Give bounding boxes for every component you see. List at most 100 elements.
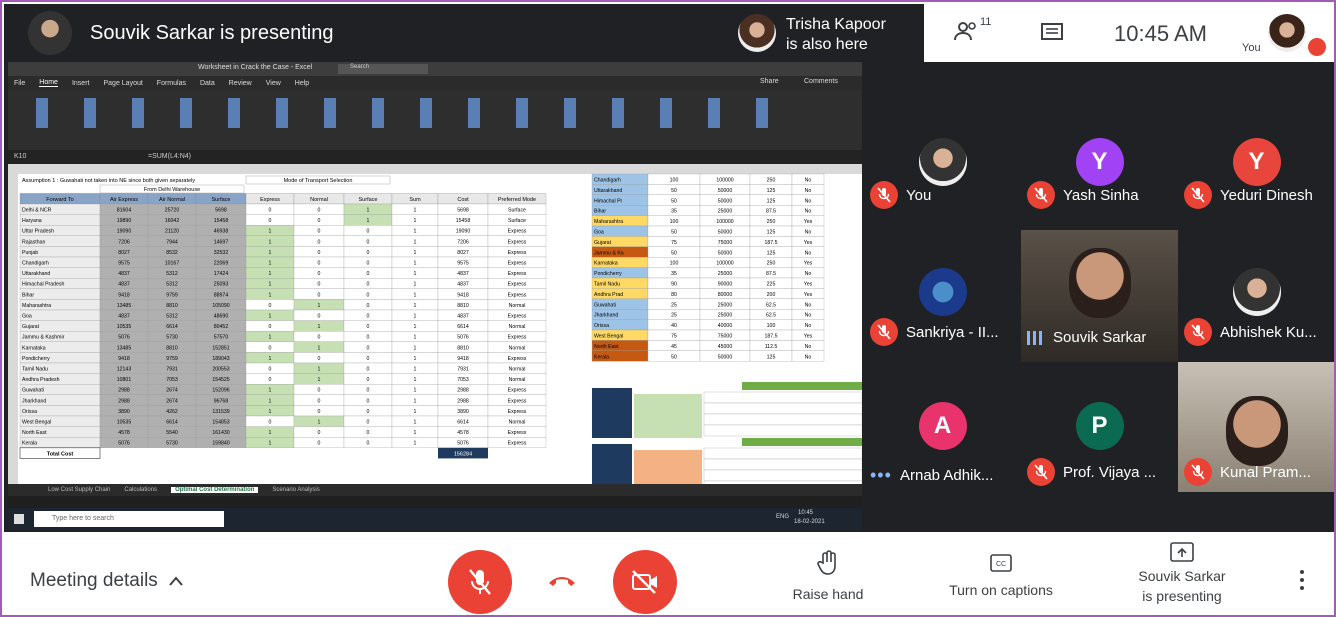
cell-value: 1	[318, 367, 321, 373]
cell-value: 189043	[212, 356, 229, 362]
cell-value: 1	[414, 324, 417, 330]
sheet-tab[interactable]: Calculations	[124, 487, 157, 493]
cell-value: Express	[508, 261, 527, 267]
captions-icon: CC	[990, 554, 1012, 572]
right-table-value: 100	[670, 261, 679, 267]
right-table-value: 125	[767, 198, 776, 204]
cell-value: 19890	[117, 218, 132, 224]
column-header-bar	[8, 164, 862, 174]
right-table-value: No	[805, 271, 812, 277]
ribbon-tab[interactable]: Home	[39, 79, 58, 87]
cell-value: 0	[318, 208, 321, 214]
cell-value: 2988	[118, 398, 130, 404]
cell-value: 13485	[117, 303, 132, 309]
ribbon-tab[interactable]: Data	[200, 80, 215, 87]
cell-value: 1	[414, 356, 417, 362]
participants-button[interactable]: 11	[954, 16, 991, 46]
meeting-details-button[interactable]: Meeting details	[30, 570, 184, 592]
participant-avatar	[1232, 268, 1281, 316]
cell-value: Gujarat	[22, 324, 40, 330]
participant-tile[interactable]: Abhishek Ku...	[1178, 230, 1334, 362]
spreadsheet-grid[interactable]: Assumption 1 : Guwahati not taken into N…	[8, 164, 862, 493]
taskbar-lang: ENG	[776, 514, 790, 520]
participant-avatar: Y	[1232, 138, 1281, 186]
share-button[interactable]: Share	[760, 78, 779, 85]
cell-value: 1	[414, 377, 417, 383]
cell-value: 17424	[214, 271, 229, 277]
participant-tile[interactable]: A ••• Arnab Adhik...	[864, 362, 1021, 492]
sheet-tab[interactable]: Optimal Cost Determination	[171, 487, 259, 493]
right-table-value: No	[805, 313, 812, 319]
cell-value: 9575	[457, 261, 469, 267]
right-table-value: 225	[767, 282, 776, 288]
right-table-value: Orissa	[594, 323, 609, 329]
participant-tile[interactable]: Kunal Pram...	[1178, 362, 1334, 492]
leave-call-button[interactable]	[544, 568, 580, 594]
ribbon-tab[interactable]: Review	[229, 80, 252, 87]
chat-button[interactable]	[1040, 22, 1064, 49]
presenting-button[interactable]: Souvik Sarkar is presenting	[1120, 542, 1244, 606]
cell-value: 9418	[118, 356, 130, 362]
ribbon-tab[interactable]: Page Layout	[103, 80, 142, 87]
sheet-tab[interactable]: Scenario Analysis	[272, 487, 319, 493]
comments-button[interactable]: Comments	[804, 78, 838, 85]
cell-value: 1	[414, 398, 417, 404]
formula-text[interactable]: =SUM(L4:N4)	[148, 153, 191, 160]
participant-tile[interactable]: Sankriya - II...	[864, 230, 1021, 362]
cell-value: 105090	[212, 303, 229, 309]
right-table-value: No	[805, 188, 812, 194]
cell-value: 1	[318, 324, 321, 330]
right-table-value: 125	[767, 250, 776, 256]
excel-ribbon: Share Comments	[8, 78, 862, 150]
captions-button[interactable]: CC Turn on captions	[936, 554, 1066, 600]
cell-value: 7206	[118, 239, 130, 245]
camera-toggle-button[interactable]	[613, 550, 677, 614]
taskbar-search[interactable]: Type here to search	[34, 511, 224, 527]
cell-value: 1	[318, 420, 321, 426]
cell-value: 81604	[117, 208, 132, 214]
more-dots-icon[interactable]: •••	[870, 465, 892, 486]
cell-value: Express	[508, 388, 527, 394]
ribbon-tab[interactable]: Formulas	[157, 80, 186, 87]
more-options-button[interactable]	[1294, 568, 1310, 592]
presenter-text: Souvik Sarkar is presenting	[90, 22, 334, 44]
right-table-value: 200	[767, 292, 776, 298]
header-label: Express	[260, 197, 280, 203]
ribbon-tab[interactable]: File	[14, 80, 25, 87]
participant-tile[interactable]: P Prof. Vijaya ...	[1021, 362, 1178, 492]
start-icon[interactable]	[14, 514, 24, 524]
formula-bar: K10 =SUM(L4:N4)	[8, 150, 862, 164]
raise-hand-button[interactable]: Raise hand	[780, 550, 876, 604]
mic-off-icon	[870, 181, 898, 209]
cell-value: 8532	[166, 250, 178, 256]
cell-value: 5540	[166, 430, 178, 436]
cell-value: 4578	[118, 430, 130, 436]
right-table-value: 25000	[718, 302, 733, 308]
right-table-value: 62.5	[766, 302, 776, 308]
cell-value: Goa	[22, 314, 32, 320]
cell-value: Andhra Pradesh	[22, 377, 60, 383]
cell-value: 154853	[212, 420, 229, 426]
hand-icon	[817, 550, 836, 575]
also-here-avatar	[738, 14, 776, 52]
video-feed	[1068, 248, 1131, 318]
right-table-value: Tamil Nadu	[594, 282, 620, 288]
ribbon-tab[interactable]: View	[266, 80, 281, 87]
cell-value: 0	[318, 398, 321, 404]
participant-tile[interactable]: Y Yeduri Dinesh	[1178, 62, 1334, 227]
participant-tile[interactable]: You	[864, 62, 1021, 227]
cell-value: West Bengal	[22, 420, 51, 426]
cell-value: 5730	[166, 441, 178, 447]
participant-tile[interactable]: Y Yash Sinha	[1021, 62, 1178, 227]
ribbon-tab[interactable]: Help	[295, 80, 309, 87]
also-here-text: is also here	[786, 36, 868, 53]
mic-toggle-button[interactable]	[448, 550, 512, 614]
right-table-value: 125	[767, 188, 776, 194]
ribbon-tab[interactable]: Insert	[72, 80, 90, 87]
participant-tile[interactable]: Souvik Sarkar	[1021, 230, 1178, 362]
cell-value: 1	[414, 335, 417, 341]
sheet-tab[interactable]: Low Cost Supply Chain	[48, 487, 110, 493]
cell-reference[interactable]: K10	[14, 153, 26, 160]
cell-value: Express	[508, 430, 527, 436]
right-table-value: 250	[767, 261, 776, 267]
